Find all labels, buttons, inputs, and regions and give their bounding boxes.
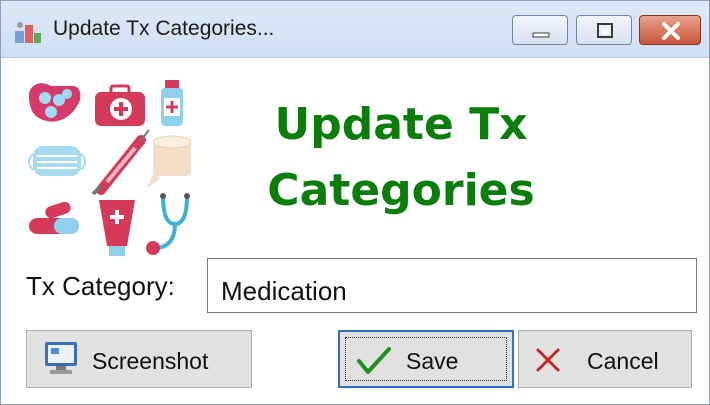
medical-app-icon [15, 22, 41, 43]
minimize-icon [532, 32, 550, 38]
screenshot-button-label: Screenshot [92, 348, 209, 374]
pills-icon [29, 83, 81, 122]
close-button[interactable] [639, 15, 701, 45]
save-button[interactable]: Save [338, 330, 514, 388]
stethoscope-icon [146, 193, 190, 255]
ointment-tube-icon [99, 200, 135, 256]
tx-category-label: Tx Category: [26, 271, 175, 301]
cancel-button-label: Cancel [587, 348, 659, 374]
tx-category-input[interactable] [207, 258, 697, 313]
window-title: Update Tx Categories... [53, 17, 275, 40]
monitor-icon [45, 342, 77, 374]
bandage-roll-icon [147, 135, 192, 188]
x-icon [536, 348, 560, 372]
capsule-icon [29, 201, 79, 234]
medicine-bottle-icon [161, 80, 183, 126]
screenshot-button[interactable]: Screenshot [26, 330, 252, 388]
save-button-label: Save [406, 348, 459, 374]
close-icon [662, 22, 680, 40]
minimize-button[interactable] [512, 15, 568, 45]
title-bar[interactable]: Update Tx Categories... [1, 1, 709, 58]
first-aid-kit-icon [95, 84, 145, 126]
face-mask-icon [28, 146, 86, 176]
cancel-button[interactable]: Cancel [518, 330, 692, 388]
heading-line-1: Update Tx [274, 99, 528, 150]
dialog-content: Update Tx Categories Tx Category: Screen… [1, 58, 709, 404]
dialog-heading: Update Tx Categories [221, 92, 581, 224]
maximize-button[interactable] [576, 15, 632, 45]
dialog-window: Update Tx Categories... Update Tx Catego… [0, 0, 710, 405]
syringe-icon [91, 129, 150, 196]
heading-line-2: Categories [267, 165, 535, 216]
medical-clipart [28, 80, 192, 256]
maximize-icon [597, 23, 613, 38]
checkmark-icon [357, 347, 391, 374]
